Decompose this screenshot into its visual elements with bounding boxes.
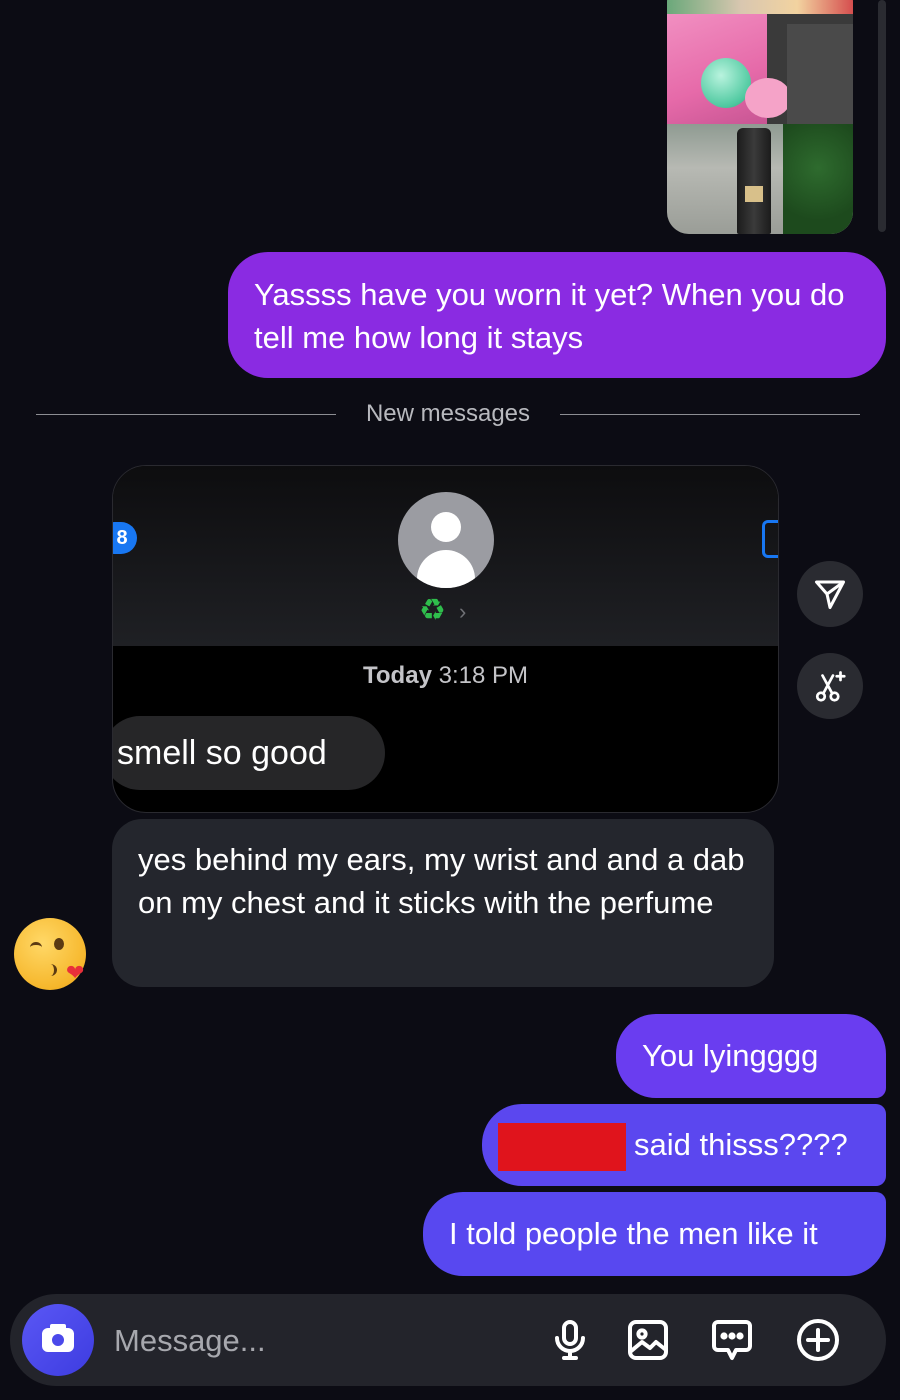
timestamp-clock: 3:18 PM: [438, 662, 528, 689]
recycle-icon: ♻: [419, 594, 446, 627]
share-button[interactable]: [797, 561, 863, 627]
message-text: I told people the men like it: [449, 1216, 818, 1251]
message-text: yes behind my ears, my wrist and and a d…: [138, 842, 745, 920]
shared-screenshot[interactable]: ♻ › 8 Today 3:18 PM smell so good: [112, 465, 779, 813]
scrollbar[interactable]: [878, 0, 886, 232]
message-text: You lyingggg: [642, 1038, 819, 1073]
edit-sparkle-icon: [815, 671, 846, 702]
chevron-right-icon: ›: [459, 599, 467, 624]
screenshot-header: ♻ › 8: [113, 466, 778, 646]
photo-strip-top: [667, 0, 853, 14]
shared-photo[interactable]: [667, 0, 853, 234]
share-icon: [815, 580, 845, 609]
outgoing-message[interactable]: said thisss????: [482, 1104, 886, 1186]
gallery-button[interactable]: [624, 1316, 672, 1364]
redaction-block: [498, 1123, 626, 1171]
message-text: Yassss have you worn it yet? When you do…: [254, 277, 845, 355]
avatar: [398, 492, 494, 588]
new-messages-divider: New messages: [36, 400, 860, 430]
kissing-face-emoji: ❤: [14, 918, 86, 990]
message-composer: [10, 1294, 886, 1386]
screenshot-message-bubble: smell so good: [113, 716, 385, 790]
incoming-message[interactable]: yes behind my ears, my wrist and and a d…: [112, 819, 774, 987]
screenshot-timestamp: Today 3:18 PM: [113, 662, 778, 690]
plus-circle-icon: [797, 1319, 839, 1361]
photo-bottle: [667, 124, 853, 234]
outgoing-message[interactable]: You lyingggg: [616, 1014, 886, 1098]
photo-product-pack: [667, 14, 853, 124]
chat-sticker-icon: [712, 1320, 752, 1360]
outgoing-message[interactable]: I told people the men like it: [423, 1192, 886, 1276]
timestamp-day: Today: [363, 662, 432, 689]
message-input[interactable]: [112, 1318, 516, 1364]
camera-button[interactable]: [22, 1304, 94, 1376]
outgoing-message[interactable]: Yassss have you worn it yet? When you do…: [228, 252, 886, 378]
microphone-icon: [555, 1320, 585, 1360]
edit-button[interactable]: [797, 653, 863, 719]
message-text: said thisss????: [634, 1127, 848, 1163]
gallery-icon: [628, 1320, 668, 1360]
microphone-button[interactable]: [546, 1316, 594, 1364]
sticker-button[interactable]: [708, 1316, 756, 1364]
edge-mark: [762, 520, 778, 558]
unread-badge: 8: [113, 522, 137, 554]
more-actions-button[interactable]: [794, 1316, 842, 1364]
